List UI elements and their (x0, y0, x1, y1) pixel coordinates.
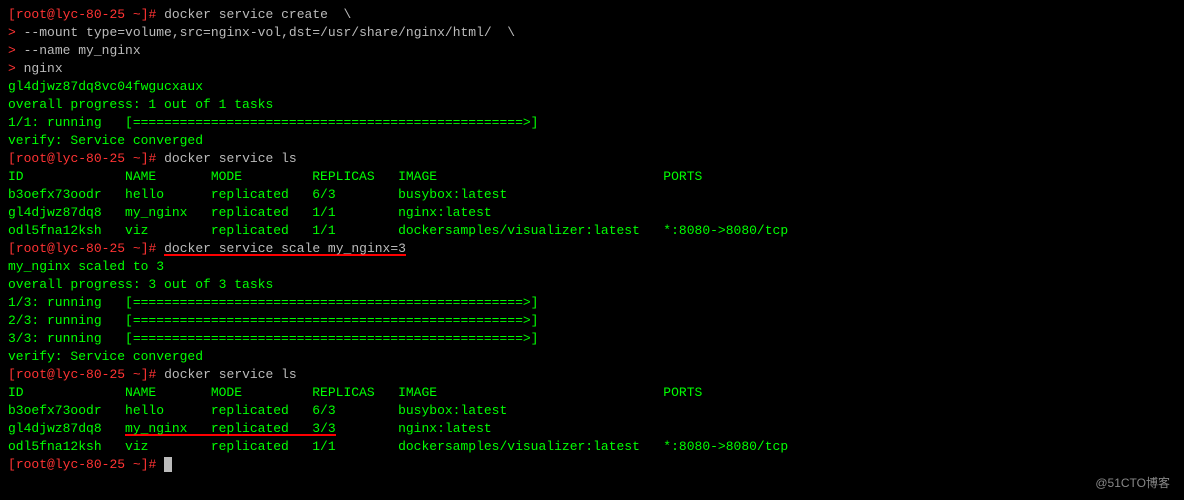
table-row: gl4djwz87dq8 my_nginx replicated 3/3 ngi… (8, 420, 1176, 438)
table-row: b3oefx73oodr hello replicated 6/3 busybo… (8, 402, 1176, 420)
table-row: b3oefx73oodr hello replicated 6/3 busybo… (8, 186, 1176, 204)
command-create-4: nginx (24, 61, 63, 76)
continuation-marker: > (8, 43, 16, 58)
output-running: 3/3: running [==========================… (8, 330, 1176, 348)
prompt-user: root (16, 7, 47, 22)
output-verify: verify: Service converged (8, 132, 1176, 150)
prompt-sep (125, 7, 133, 22)
command-scale: docker service scale my_nginx=3 (164, 241, 406, 256)
prompt-close: ]# (141, 7, 157, 22)
table-row: gl4djwz87dq8 my_nginx replicated 1/1 ngi… (8, 204, 1176, 222)
prompt-line[interactable]: [root@lyc-80-25 ~]# docker service ls (8, 366, 1176, 384)
highlight-my-nginx: my_nginx replicated 3/3 (125, 421, 336, 436)
continuation-marker: > (8, 61, 16, 76)
cursor-icon (164, 457, 172, 472)
continuation-line[interactable]: > --name my_nginx (8, 42, 1176, 60)
continuation-line[interactable]: > --mount type=volume,src=nginx-vol,dst=… (8, 24, 1176, 42)
ls-header: ID NAME MODE REPLICAS IMAGE PORTS (8, 384, 1176, 402)
prompt-host: lyc-80-25 (55, 7, 125, 22)
prompt-line[interactable]: [root@lyc-80-25 ~]# docker service scale… (8, 240, 1176, 258)
prompt-path: ~ (133, 7, 141, 22)
watermark: @51CTO博客 (1095, 474, 1170, 492)
prompt-open: [ (8, 7, 16, 22)
table-row: odl5fna12ksh viz replicated 1/1 dockersa… (8, 438, 1176, 456)
prompt-at: @ (47, 7, 55, 22)
command-create-2: --mount type=volume,src=nginx-vol,dst=/u… (24, 25, 515, 40)
command-text (156, 7, 164, 22)
output-progress: overall progress: 3 out of 3 tasks (8, 276, 1176, 294)
command-create-1: docker service create \ (164, 7, 351, 22)
output-running: 2/3: running [==========================… (8, 312, 1176, 330)
prompt-line[interactable]: [root@lyc-80-25 ~]# (8, 456, 1176, 474)
table-row: odl5fna12ksh viz replicated 1/1 dockersa… (8, 222, 1176, 240)
prompt-line[interactable]: [root@lyc-80-25 ~]# docker service creat… (8, 6, 1176, 24)
output-running: 1/1: running [==========================… (8, 114, 1176, 132)
continuation-marker: > (8, 25, 16, 40)
ls-header: ID NAME MODE REPLICAS IMAGE PORTS (8, 168, 1176, 186)
prompt-line[interactable]: [root@lyc-80-25 ~]# docker service ls (8, 150, 1176, 168)
output-scaled: my_nginx scaled to 3 (8, 258, 1176, 276)
output-progress: overall progress: 1 out of 1 tasks (8, 96, 1176, 114)
output-verify: verify: Service converged (8, 348, 1176, 366)
continuation-line[interactable]: > nginx (8, 60, 1176, 78)
output-running: 1/3: running [==========================… (8, 294, 1176, 312)
command-create-3: --name my_nginx (24, 43, 141, 58)
command-ls1: docker service ls (164, 151, 297, 166)
output-task-id: gl4djwz87dq8vc04fwgucxaux (8, 78, 1176, 96)
command-ls2: docker service ls (164, 367, 297, 382)
